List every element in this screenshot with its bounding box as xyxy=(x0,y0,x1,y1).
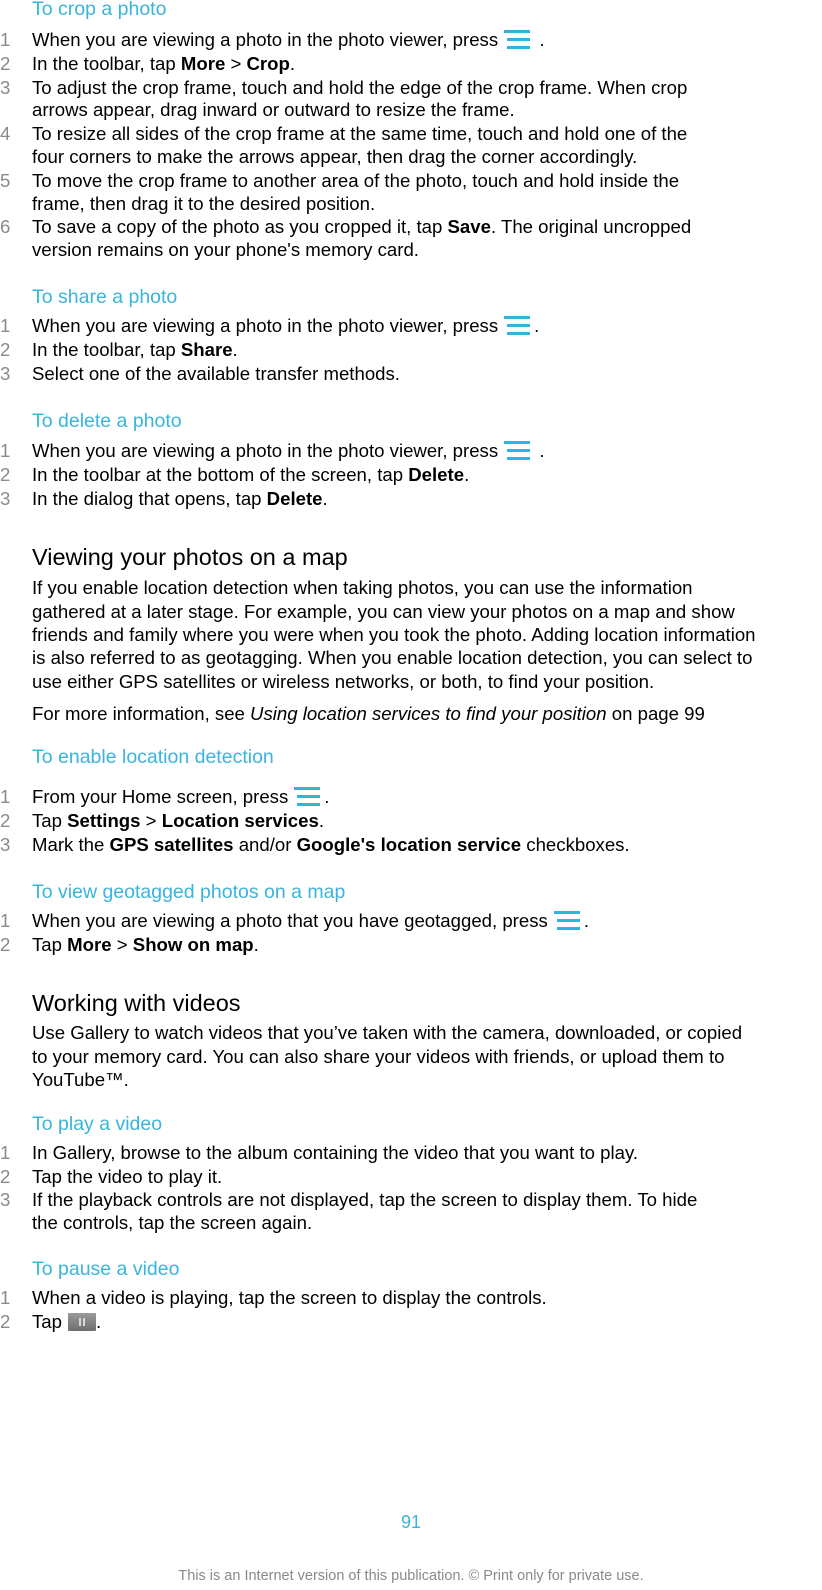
step-number: 1 xyxy=(0,1142,11,1163)
menu-icon xyxy=(502,315,532,337)
step-number: 5 xyxy=(0,170,11,191)
page-number: 91 xyxy=(400,1512,422,1532)
step-number: 2 xyxy=(0,464,11,485)
map-paragraph-line: gathered at a later stage. For example, … xyxy=(32,601,735,622)
step-number: 2 xyxy=(0,1166,11,1187)
cross-reference-link[interactable]: Using location services to find your pos… xyxy=(250,703,607,724)
ui-term-location-services: Location services xyxy=(161,810,319,831)
step-number: 4 xyxy=(0,123,11,144)
step-number: 2 xyxy=(0,53,11,74)
ui-term-show-on-map: Show on map xyxy=(132,934,254,955)
ui-term-gps-satellites: GPS satellites xyxy=(109,834,234,855)
ui-term-crop: Crop xyxy=(246,53,290,74)
ui-term-delete: Delete xyxy=(266,488,323,509)
step-number: 2 xyxy=(0,1311,11,1332)
ui-term-more: More xyxy=(67,934,112,955)
heading-play-video: To play a video xyxy=(32,1113,163,1135)
heading-delete-photo: To delete a photo xyxy=(32,410,182,432)
step-number: 6 xyxy=(0,216,11,237)
step-number: 1 xyxy=(0,440,11,461)
menu-icon xyxy=(502,29,532,51)
map-paragraph-line: use either GPS satellites or wireless ne… xyxy=(32,671,655,692)
step-number: 1 xyxy=(0,910,11,931)
ui-term-save: Save xyxy=(447,216,491,237)
heading-enable-location: To enable location detection xyxy=(32,746,274,768)
heading-share-photo: To share a photo xyxy=(32,286,178,308)
step-number: 3 xyxy=(0,77,11,98)
map-paragraph-line: is also referred to as geotagging. When … xyxy=(32,647,753,668)
step-number: 2 xyxy=(0,810,11,831)
step-number: 2 xyxy=(0,339,11,360)
step-number: 1 xyxy=(0,315,11,336)
more-info-line: For more information, see Using location… xyxy=(32,703,705,724)
heading-crop-photo: To crop a photo xyxy=(32,0,167,20)
step-number: 3 xyxy=(0,488,11,509)
menu-icon xyxy=(552,910,582,932)
videos-paragraph-line: YouTube™. xyxy=(32,1069,129,1090)
step-number: 1 xyxy=(0,29,11,50)
menu-icon xyxy=(292,786,322,808)
pause-icon xyxy=(67,1313,96,1331)
ui-term-share: Share xyxy=(180,339,233,360)
menu-icon xyxy=(502,440,532,462)
manual-page: To crop a photo 1 When you are viewing a… xyxy=(0,0,822,1590)
footer-notice: This is an Internet version of this publ… xyxy=(178,1568,644,1584)
step-number: 3 xyxy=(0,834,11,855)
step-number: 1 xyxy=(0,786,11,807)
step-number: 3 xyxy=(0,363,11,384)
heading-working-with-videos: Working with videos xyxy=(32,990,241,1016)
step-number: 3 xyxy=(0,1189,11,1210)
step-number: 1 xyxy=(0,1287,11,1308)
ui-term-google-location-service: Google's location service xyxy=(296,834,522,855)
heading-photos-on-map: Viewing your photos on a map xyxy=(32,544,348,570)
step-number: 2 xyxy=(0,934,11,955)
heading-geotagged-photos: To view geotagged photos on a map xyxy=(32,881,346,903)
videos-paragraph-line: Use Gallery to watch videos that you’ve … xyxy=(32,1022,743,1043)
heading-pause-video: To pause a video xyxy=(32,1258,180,1280)
map-paragraph-line: friends and family where you were when y… xyxy=(32,624,756,645)
map-paragraph-line: If you enable location detection when ta… xyxy=(32,577,693,598)
videos-paragraph-line: to your memory card. You can also share … xyxy=(32,1046,725,1067)
ui-term-settings: Settings xyxy=(67,810,141,831)
ui-term-delete: Delete xyxy=(408,464,465,485)
ui-term-more: More xyxy=(180,53,226,74)
